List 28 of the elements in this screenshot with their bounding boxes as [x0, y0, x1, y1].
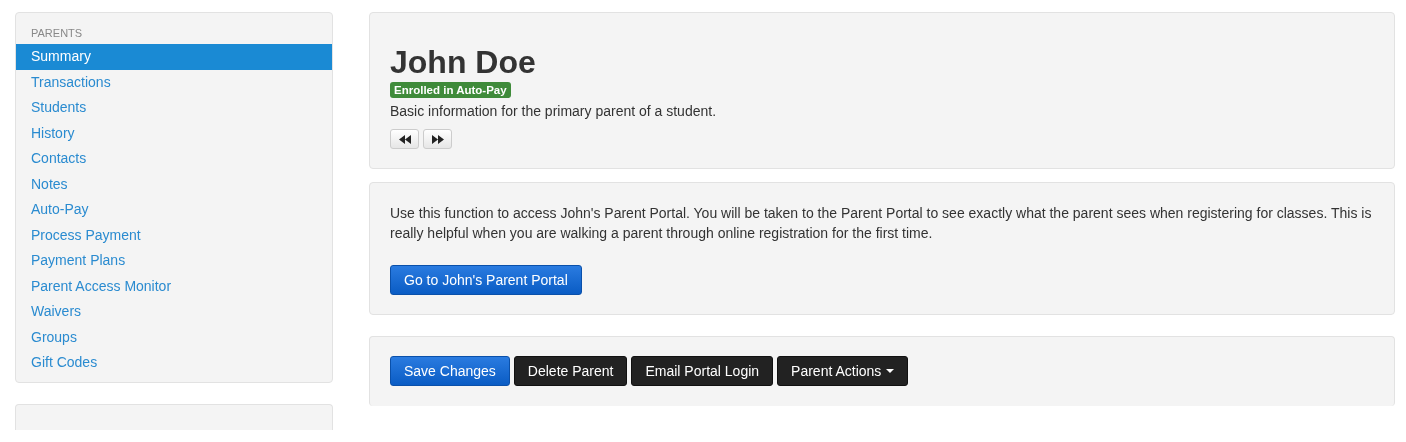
- sidebar-item[interactable]: History: [16, 120, 332, 146]
- portal-description: Use this function to access John's Parent Portal. You will be taken to the Parent Portal to see exactly what the parent sees when registering for classes. This is really helpful when you are walking a parent through online registration for the first time.: [390, 204, 1373, 243]
- sidebar-item[interactable]: Gift Codes: [16, 350, 332, 376]
- dropdown-button[interactable]: Parent Actions: [777, 356, 909, 386]
- previous-button[interactable]: [390, 129, 419, 149]
- next-button[interactable]: [423, 129, 452, 149]
- caret-icon: [886, 369, 895, 373]
- parent-name: John Doe: [390, 43, 537, 81]
- sidebar-heading: PARENTS: [30, 27, 84, 41]
- sidebar-item[interactable]: Transactions: [16, 69, 332, 95]
- sidebar-item[interactable]: Waivers: [16, 299, 332, 325]
- sidebar-item[interactable]: Payment Plans: [16, 248, 332, 274]
- sidebar-item[interactable]: Students: [16, 95, 332, 121]
- sidebar-item[interactable]: Notes: [16, 171, 332, 197]
- sidebar-item[interactable]: Groups: [16, 324, 332, 350]
- rewind-icon: [398, 134, 411, 144]
- sidebar-item[interactable]: Parent Access Monitor: [16, 273, 332, 299]
- sidebar-item[interactable]: Summary: [16, 44, 332, 70]
- sidebar-item[interactable]: Auto-Pay: [16, 197, 332, 223]
- status-badge: Enrolled in Auto-Pay: [390, 82, 511, 98]
- action-button[interactable]: Delete Parent: [513, 356, 628, 386]
- fast-forward-icon: [431, 134, 444, 144]
- sidebar-item[interactable]: Contacts: [16, 146, 332, 172]
- description-text: Basic information for the primary parent of a student.: [390, 103, 718, 119]
- sidebar-item[interactable]: Process Payment: [16, 222, 332, 248]
- action-button[interactable]: Email Portal Login: [631, 356, 774, 386]
- action-button[interactable]: Save Changes: [390, 356, 510, 386]
- portal-button[interactable]: Go to John's Parent Portal: [390, 265, 582, 295]
